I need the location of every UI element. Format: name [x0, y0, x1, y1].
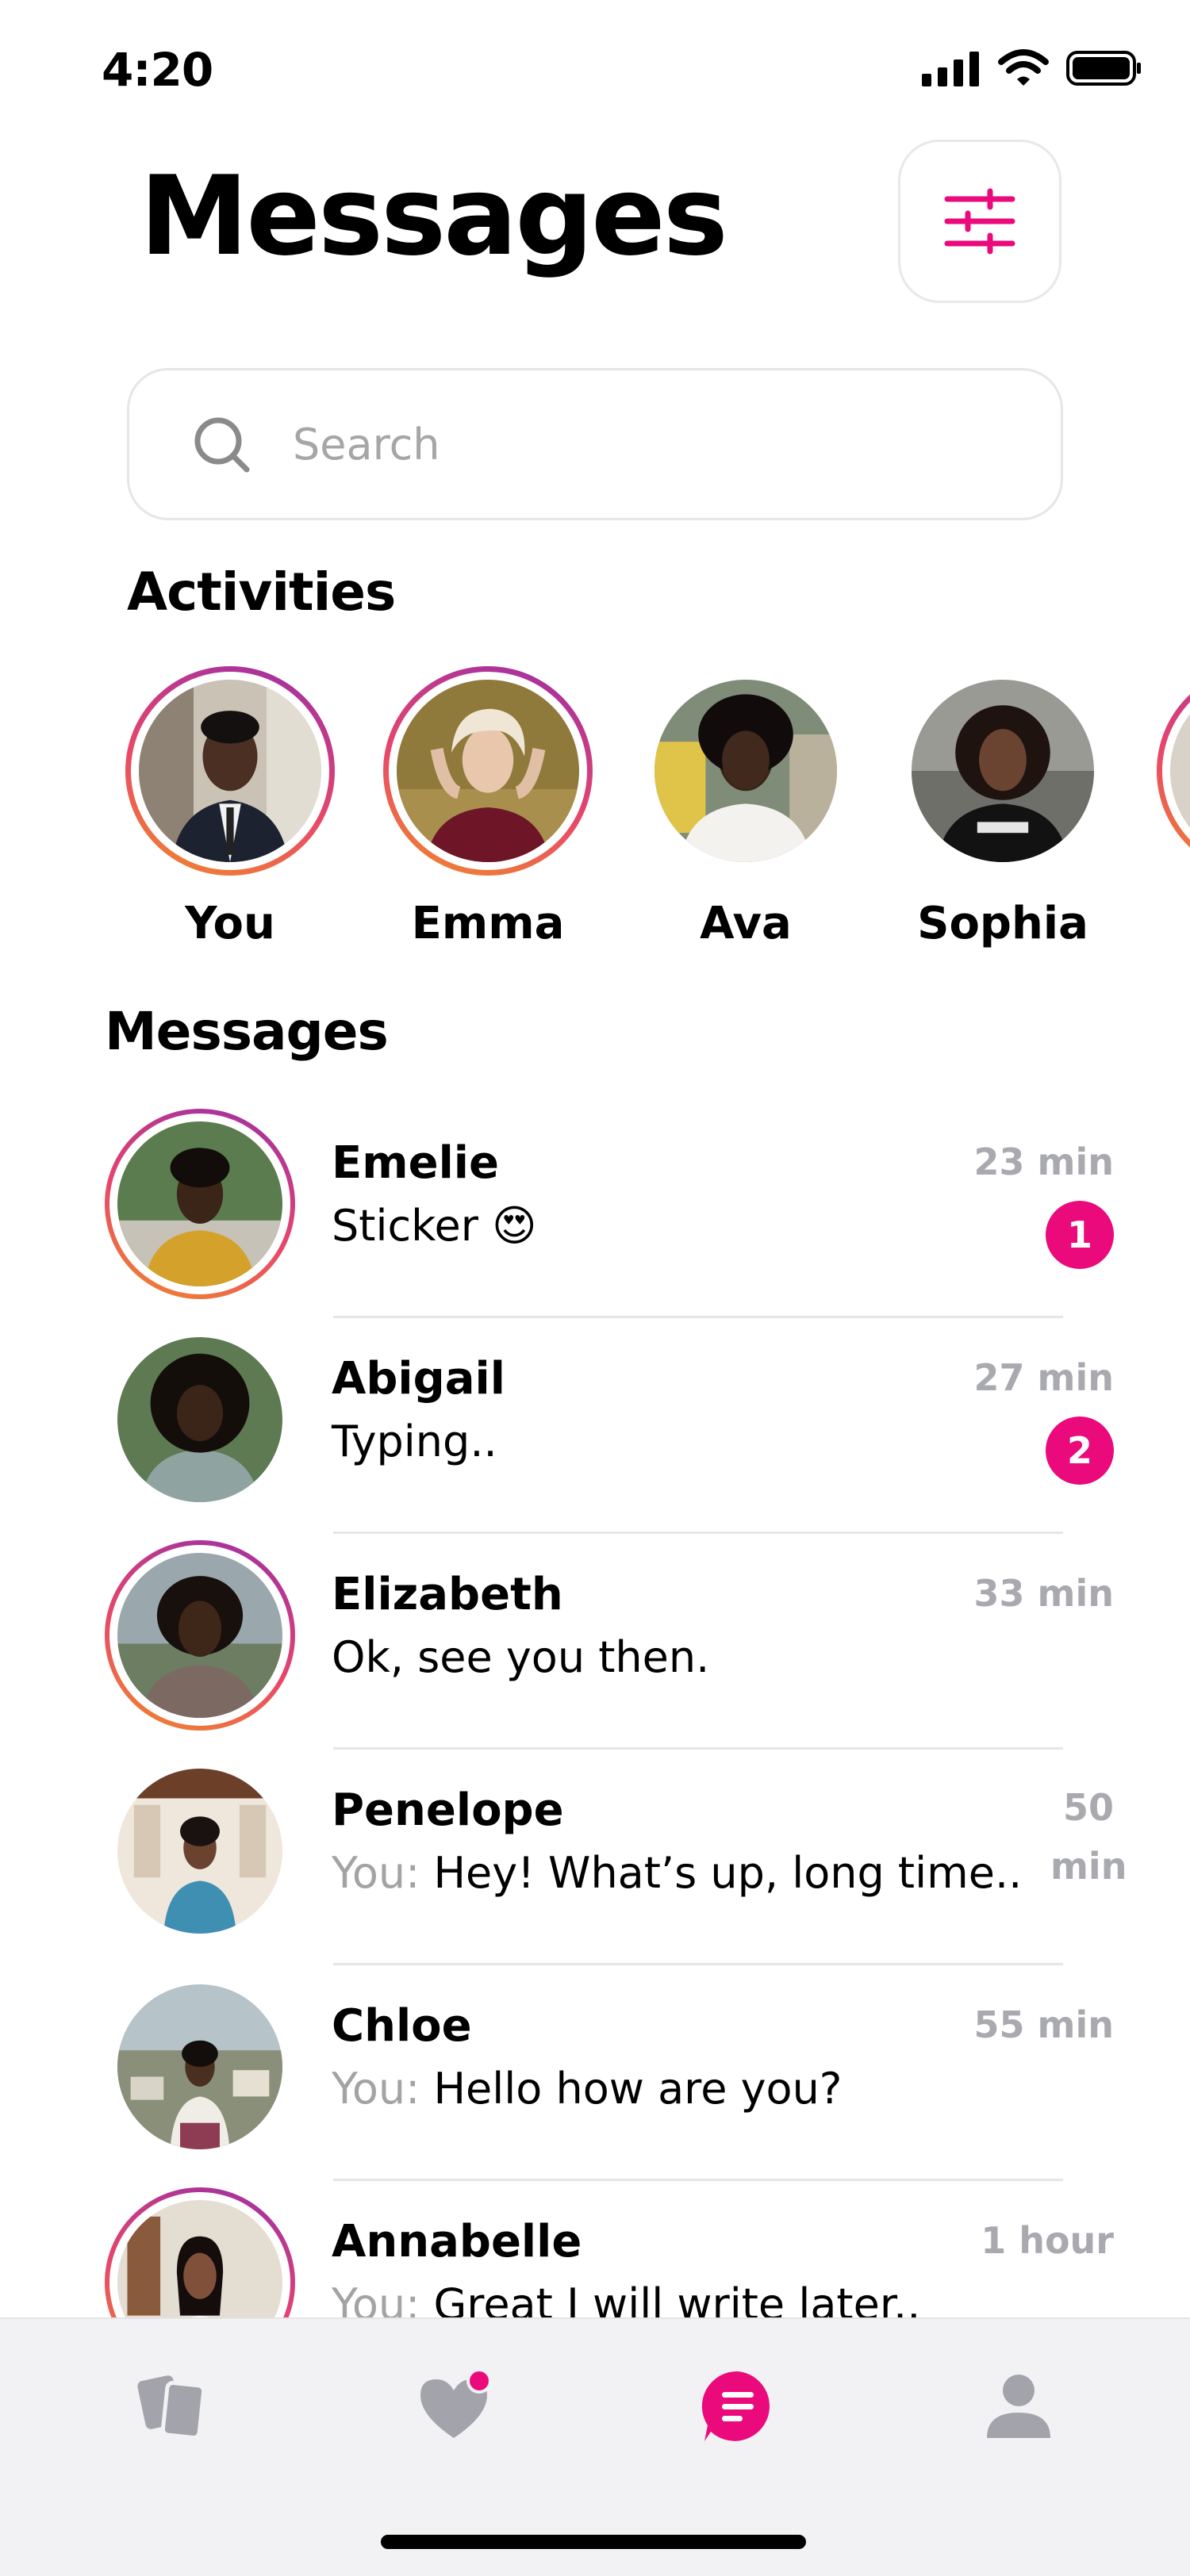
- message-row[interactable]: Chloe You: Hello how are you? 55 min: [0, 1965, 1190, 2181]
- battery-icon: [1066, 51, 1141, 86]
- activities-carousel[interactable]: You Emma Ava Sophia: [0, 666, 1190, 968]
- contact-name: Chloe: [332, 2000, 472, 2052]
- filter-button[interactable]: [898, 140, 1061, 303]
- story-ring: [641, 666, 850, 876]
- message-text: Hello how are you?: [433, 2064, 843, 2114]
- avatar: [912, 680, 1094, 862]
- message-preview: You: Great I will write later..: [332, 2279, 920, 2317]
- story-ring: [898, 666, 1107, 876]
- activity-sophia[interactable]: Sophia: [892, 666, 1114, 949]
- chat-icon: [701, 2371, 770, 2441]
- activity-ava[interactable]: Ava: [635, 666, 857, 949]
- avatar: [139, 680, 321, 862]
- avatar: [105, 1972, 295, 2162]
- activity-name: You: [185, 898, 275, 949]
- avatar: [105, 1540, 295, 1731]
- message-row[interactable]: Penelope You: Hey! What’s up, long time.…: [0, 1750, 1190, 1965]
- tab-matches[interactable]: [400, 2359, 511, 2454]
- search-icon: [194, 417, 250, 473]
- message-time: 50 min: [1050, 1786, 1127, 1888]
- story-ring: [383, 666, 593, 876]
- message-preview: Typing..: [332, 1416, 497, 1466]
- message-time: 1 hour: [981, 2219, 1114, 2262]
- unread-badge: 1: [1046, 1201, 1114, 1269]
- cellular-signal-icon: [922, 52, 979, 86]
- message-time: 33 min: [973, 1572, 1114, 1615]
- status-time: 4:20: [102, 43, 213, 97]
- message-row[interactable]: Elizabeth Ok, see you then. 33 min: [0, 1534, 1190, 1750]
- unread-badge: 2: [1046, 1416, 1114, 1485]
- message-prefix: You:: [332, 2279, 420, 2317]
- message-preview: You: Hello how are you?: [332, 2064, 842, 2114]
- user-icon: [987, 2375, 1050, 2438]
- status-bar: 4:20: [0, 0, 1190, 143]
- avatar: [105, 1109, 295, 1299]
- story-ring: [1157, 666, 1190, 876]
- messages-title: Messages: [105, 1001, 389, 1062]
- message-preview: You: Hey! What’s up, long time..: [332, 1848, 1022, 1898]
- page-title: Messages: [140, 152, 728, 280]
- message-time: 23 min: [973, 1140, 1114, 1183]
- avatar: [105, 1756, 295, 1946]
- message-prefix: You:: [332, 1848, 420, 1898]
- tab-bar: [0, 2317, 1190, 2576]
- status-icons: [922, 49, 1142, 87]
- cards-icon: [137, 2375, 206, 2440]
- avatar: [105, 1324, 295, 1515]
- tab-profile[interactable]: [963, 2359, 1074, 2454]
- message-preview: Sticker 😍: [332, 1201, 537, 1251]
- avatar: [105, 2187, 295, 2317]
- message-list[interactable]: Emelie Sticker 😍 23 min 1 Abigail Typing…: [0, 1102, 1190, 2317]
- home-indicator: [381, 2535, 806, 2549]
- heart-icon: [420, 2368, 492, 2438]
- contact-name: Abigail: [332, 1353, 505, 1405]
- message-time: 27 min: [973, 1356, 1114, 1399]
- tab-cards[interactable]: [117, 2359, 228, 2454]
- message-row[interactable]: Emelie Sticker 😍 23 min 1: [0, 1102, 1190, 1318]
- contact-name: Emelie: [332, 1137, 499, 1189]
- message-prefix: You:: [332, 2064, 420, 2114]
- activity-emma[interactable]: Emma: [377, 666, 599, 949]
- search-input[interactable]: [293, 419, 1007, 470]
- message-text: Great I will write later..: [433, 2279, 921, 2317]
- activity-name: Ava: [700, 898, 792, 949]
- message-time: 55 min: [973, 2003, 1114, 2046]
- avatar: [397, 680, 579, 862]
- contact-name: Annabelle: [332, 2216, 582, 2267]
- avatar: [654, 680, 837, 862]
- contact-name: Elizabeth: [332, 1569, 563, 1620]
- sliders-icon: [944, 188, 1015, 255]
- activity-name: A: [1150, 898, 1190, 949]
- message-text: Hey! What’s up, long time..: [433, 1848, 1023, 1898]
- wifi-icon: [998, 49, 1049, 86]
- activities-title: Activities: [127, 562, 396, 623]
- avatar: [1170, 680, 1190, 862]
- message-row[interactable]: Abigail Typing.. 27 min 2: [0, 1318, 1190, 1534]
- tab-messages[interactable]: [682, 2359, 793, 2454]
- contact-name: Penelope: [332, 1784, 564, 1836]
- activity-you[interactable]: You: [119, 666, 341, 949]
- activity-partial[interactable]: A: [1150, 666, 1190, 949]
- message-preview: Ok, see you then.: [332, 1632, 710, 1682]
- activity-name: Sophia: [917, 898, 1088, 949]
- search-box[interactable]: [127, 368, 1063, 520]
- story-ring: [125, 666, 335, 876]
- activity-name: Emma: [411, 898, 565, 949]
- message-row[interactable]: Annabelle You: Great I will write later.…: [0, 2181, 1190, 2317]
